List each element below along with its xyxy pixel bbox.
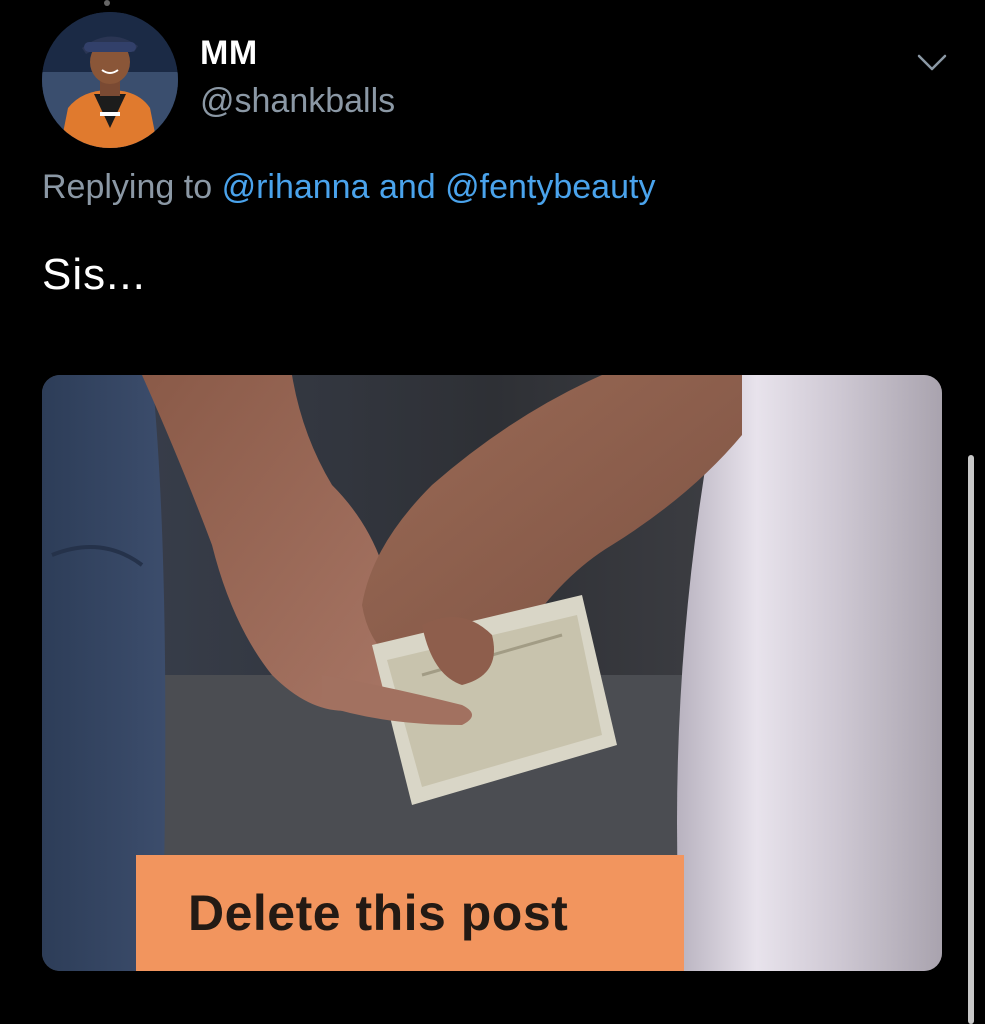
chevron-down-icon[interactable] <box>915 50 949 74</box>
mention-fentybeauty[interactable]: @fentybeauty <box>445 168 655 206</box>
tweet: MM @shankballs Replying to @rihanna and … <box>0 0 985 1024</box>
mention-conjunction: and <box>378 168 436 206</box>
replying-prefix: Replying to <box>42 168 213 206</box>
avatar-image <box>42 12 178 148</box>
media-image[interactable]: Delete this post <box>42 375 942 971</box>
meme-caption-text: Delete this post <box>188 885 569 941</box>
replying-to-line: Replying to @rihanna and @fentybeauty <box>42 168 655 207</box>
display-name[interactable]: MM <box>200 34 258 73</box>
user-handle[interactable]: @shankballs <box>200 82 395 121</box>
tweet-text: Sis... <box>42 250 146 299</box>
avatar[interactable] <box>42 12 178 148</box>
thread-connector <box>104 0 110 6</box>
mention-rihanna[interactable]: @rihanna <box>222 168 370 206</box>
meme-caption: Delete this post <box>136 855 684 971</box>
scrollbar[interactable] <box>968 455 974 1024</box>
